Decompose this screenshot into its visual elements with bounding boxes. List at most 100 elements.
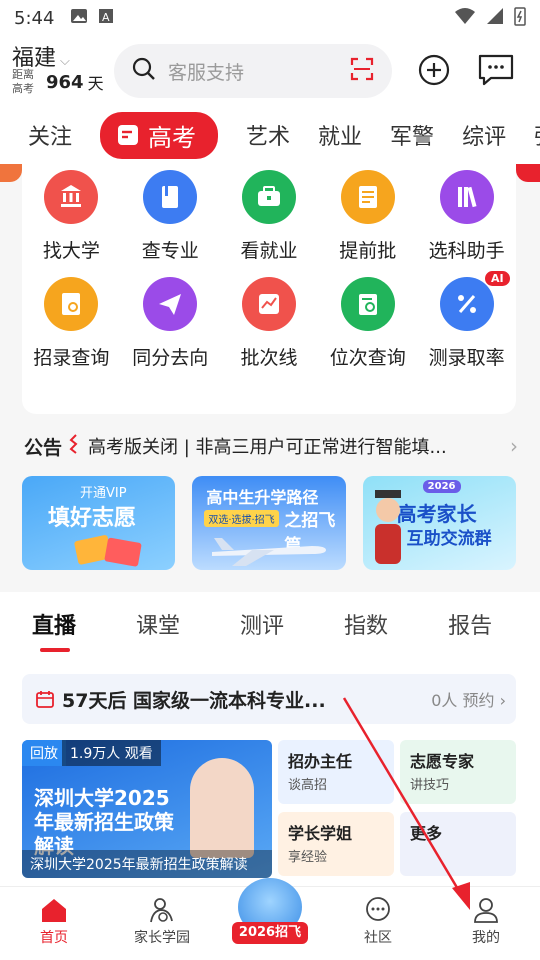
nav-pilot-recruit[interactable]: 2026招飞 (232, 878, 308, 950)
search-doc-icon (44, 277, 99, 331)
image-icon (70, 8, 88, 29)
tab-gaokao-label: 高考 (148, 123, 197, 152)
paper-plane-icon (143, 277, 198, 331)
announcement-bar[interactable]: 公告 高考版关闭 | 非高三用户可正常进行智能填... › (0, 428, 540, 464)
airplane-icon (212, 538, 327, 566)
tab-strong[interactable]: 强 (534, 119, 540, 151)
banner-group-line1: 高考家长 (396, 502, 477, 526)
countdown-days: 964 (46, 71, 84, 93)
quick-tool-item[interactable]: 招录查询 (22, 277, 121, 370)
banner-pilot-line1: 高中生升学路径 (206, 488, 319, 507)
quick-tool-label: 同分去向 (132, 347, 209, 369)
tab-index[interactable]: 指数 (344, 608, 388, 640)
nav-community[interactable]: 社区 (324, 887, 432, 960)
mini-card-sub: 享经验 (288, 850, 328, 865)
calendar-icon (36, 691, 54, 708)
quick-tool-item[interactable]: 同分去向 (121, 277, 220, 370)
banner-pilot-tags: 双选·选拔·招飞 (204, 510, 279, 527)
parent-child-icon (150, 898, 173, 923)
tab-follow[interactable]: 关注 (28, 119, 72, 151)
countdown-line1: 距离 (12, 68, 34, 81)
quick-tool-item[interactable]: 看就业 (220, 170, 319, 263)
edit-doc-icon (118, 125, 139, 145)
quick-tool-label: 查专业 (141, 240, 199, 262)
signal-icon (486, 7, 504, 30)
tab-assessment[interactable]: 测评 (240, 608, 284, 640)
document-icon (340, 170, 395, 224)
mini-card-expert[interactable]: 志愿专家 讲技巧 (400, 740, 516, 804)
status-time: 5:44 (14, 7, 55, 29)
view-count: 1.9万人 观看 (62, 740, 161, 766)
search-input[interactable]: 客服支持 (114, 44, 392, 98)
replay-video-card[interactable]: 回放 1.9万人 观看 深圳大学2025年最新招生政策解读 深圳大学2025年最… (22, 740, 272, 878)
status-bar: 5:44 A (0, 0, 540, 36)
quick-tool-item[interactable]: AI 测录取率 (417, 271, 516, 370)
nav-home[interactable]: 首页 (0, 887, 108, 960)
banner-parent-group[interactable]: 2026 高考家长 互助交流群 (362, 476, 516, 570)
scan-icon[interactable] (350, 57, 374, 85)
tab-indicator-right (516, 164, 540, 182)
category-tabs: 关注 高考 艺术 就业 军警 综评 强 (0, 106, 540, 164)
banner-vip-line2: 填好志愿 (48, 506, 137, 531)
tab-military-police[interactable]: 军警 (390, 119, 434, 151)
chevron-down-icon: ⌵ (60, 54, 70, 69)
quick-tool-item[interactable]: 选科助手 (417, 170, 516, 263)
quick-tool-item[interactable]: 提前批 (318, 170, 417, 263)
message-button[interactable] (476, 50, 516, 90)
countdown-unit: 天 (87, 74, 104, 93)
wifi-icon (454, 7, 476, 30)
plus-circle-icon (418, 54, 450, 86)
speaker-avatar (190, 758, 254, 858)
quick-tool-label: 提前批 (339, 240, 397, 262)
quick-tool-label: 看就业 (240, 240, 298, 262)
reserve-count[interactable]: 0人 预约 › (431, 687, 506, 711)
mini-card-sub: 讲技巧 (410, 778, 450, 793)
app-a-icon: A (98, 8, 114, 29)
mini-card-admissions[interactable]: 招办主任 谈高招 (278, 740, 394, 804)
tickets-icon (74, 535, 142, 567)
exam-countdown: 距离 高考 964 天 (12, 68, 104, 96)
quick-tool-label: 测录取率 (428, 347, 505, 369)
quick-tool-item[interactable]: 批次线 (220, 277, 319, 370)
upcoming-live-row[interactable]: 57天后 国家级一流本科专业... 0人 预约 › (22, 674, 516, 724)
user-icon (474, 898, 498, 923)
tab-art[interactable]: 艺术 (246, 119, 290, 151)
line-chart-icon (241, 277, 296, 331)
tab-report[interactable]: 报告 (448, 608, 492, 640)
mini-card-seniors[interactable]: 学长学姐 享经验 (278, 812, 394, 876)
tab-comprehensive[interactable]: 综评 (462, 119, 506, 151)
quick-tool-label: 招录查询 (33, 347, 110, 369)
tab-gaokao[interactable]: 高考 (100, 111, 219, 159)
mini-card-title: 招办主任 (288, 752, 353, 771)
app-header: 福建 ⌵ 距离 高考 964 天 客服支持 (0, 36, 540, 106)
nav-community-label: 社区 (364, 930, 392, 946)
ai-badge: AI (484, 271, 510, 286)
quick-tool-label: 位次查询 (329, 347, 406, 369)
chevron-right-icon: › (510, 434, 518, 458)
quick-tools-card: 找大学 查专业 看就业 提前批 选科助手招录查询 同分去向 批次线 位次查询 AI 测录取率 (22, 164, 516, 414)
nav-pilot-label: 2026招飞 (232, 922, 308, 944)
tab-indicator-left (0, 164, 22, 182)
mini-card-title: 学长学姐 (288, 824, 353, 843)
battery-icon (514, 6, 526, 31)
upcoming-live-title: 57天后 国家级一流本科专业... (62, 689, 326, 712)
banner-vip[interactable]: 开通VIP 填好志愿 (22, 476, 176, 570)
mini-card-more[interactable]: 更多 (400, 812, 516, 876)
university-icon (44, 170, 99, 224)
clipboard-search-icon (340, 277, 395, 331)
tab-class[interactable]: 课堂 (136, 608, 180, 640)
reserve-text: 0人 预约 (431, 691, 495, 710)
tab-live[interactable]: 直播 (32, 608, 76, 652)
nav-parent-school[interactable]: 家长学园 (108, 887, 216, 960)
tab-employment[interactable]: 就业 (318, 119, 362, 151)
quick-tool-item[interactable]: 找大学 (22, 170, 121, 263)
banner-vip-line1: 开通VIP (80, 486, 127, 501)
percent-icon: AI (439, 271, 510, 331)
banner-pilot-path[interactable]: 高中生升学路径 双选·选拔·招飞 之招飞篇 (192, 476, 346, 570)
nav-profile[interactable]: 我的 (432, 887, 540, 960)
chat-bubble-icon (366, 897, 390, 921)
quick-tool-item[interactable]: 查专业 (121, 170, 220, 263)
home-icon (42, 899, 66, 922)
quick-tool-item[interactable]: 位次查询 (318, 277, 417, 370)
add-button[interactable] (414, 50, 454, 90)
